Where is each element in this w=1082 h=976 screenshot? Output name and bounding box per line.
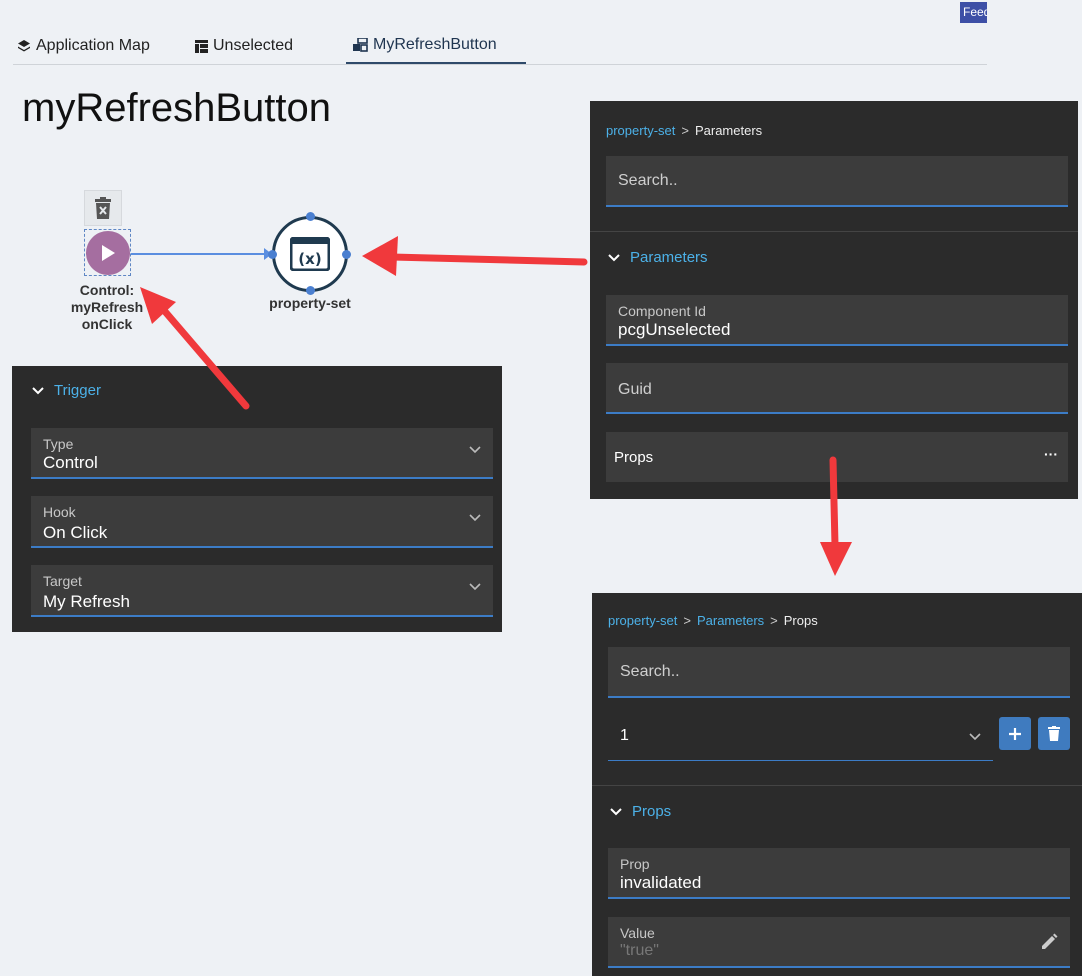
property-set-node-label: property-set (269, 295, 351, 311)
control-node-label: Control: myRefresh onClick (70, 282, 144, 332)
search-placeholder: Search.. (618, 172, 678, 189)
props-label: Props (614, 449, 654, 466)
parameters-section-header[interactable]: Parameters (608, 249, 708, 266)
chevron-down-icon (610, 807, 622, 815)
component-id-field[interactable]: Component Id pcgUnselected (606, 295, 1068, 346)
field-label: Value (620, 925, 655, 941)
tab-bar: Application Map Unselected MyRefreshButt… (13, 28, 987, 65)
control-node[interactable] (84, 229, 131, 276)
breadcrumb-props: Props (783, 613, 818, 628)
divider (590, 231, 1078, 232)
breadcrumb-property-set[interactable]: property-set (606, 123, 675, 138)
props-section-header[interactable]: Props (610, 803, 671, 820)
trigger-section-header[interactable]: Trigger (32, 382, 101, 399)
tab-label: Unselected (213, 37, 294, 54)
field-value: My Refresh (43, 592, 130, 611)
page-title: myRefreshButton (22, 86, 332, 130)
field-label: Component Id (618, 303, 706, 319)
trigger-panel: Trigger Type Control Hook On Click Targe… (12, 366, 502, 632)
section-title: Trigger (54, 382, 101, 399)
pencil-icon[interactable] (1040, 933, 1058, 951)
field-label: Hook (43, 504, 76, 520)
port-right[interactable] (342, 250, 351, 259)
props-row[interactable]: Props ··· (606, 432, 1068, 482)
field-placeholder: "true" (620, 942, 659, 959)
chevron-down-icon (469, 583, 481, 591)
component-icon (353, 38, 368, 52)
table-icon (195, 39, 208, 53)
delete-button[interactable] (1038, 717, 1070, 750)
add-button[interactable] (999, 717, 1031, 750)
property-set-node[interactable]: (x) (272, 216, 348, 292)
field-value: Control (43, 453, 98, 472)
breadcrumb-parameters[interactable]: Parameters (697, 613, 764, 628)
field-label: Target (43, 573, 82, 589)
chevron-down-icon (32, 386, 44, 394)
layers-icon (18, 40, 30, 52)
tab-my-refresh-button[interactable]: MyRefreshButton (346, 28, 526, 64)
section-title: Props (632, 803, 672, 820)
search-input[interactable]: Search.. (606, 156, 1068, 207)
field-placeholder: Guid (618, 381, 652, 398)
field-label: Type (43, 436, 74, 452)
breadcrumb-parameters: Parameters (694, 123, 763, 138)
port-left[interactable] (268, 250, 277, 259)
delete-node-button[interactable] (84, 190, 122, 226)
prop-index-select[interactable]: 1 (608, 713, 993, 761)
field-value: On Click (43, 523, 108, 542)
search-input[interactable]: Search.. (608, 647, 1070, 698)
parameters-panel: property-set > Parameters Search.. Paramet… (590, 101, 1078, 499)
field-value: pcgUnselected (618, 320, 731, 339)
tab-unselected[interactable]: Unselected (195, 28, 293, 64)
node-connector (131, 253, 271, 255)
prop-field[interactable]: Prop invalidated (608, 848, 1070, 899)
value-field[interactable]: Value "true" (608, 917, 1070, 968)
chevron-down-icon (469, 446, 481, 454)
more-icon[interactable]: ··· (1044, 446, 1058, 462)
search-placeholder: Search.. (620, 663, 680, 680)
breadcrumb: property-set > Parameters (606, 123, 763, 138)
trash-icon (1048, 726, 1060, 741)
breadcrumb-property-set[interactable]: property-set (608, 613, 677, 628)
tab-label: MyRefreshButton (373, 36, 497, 53)
port-bottom[interactable] (306, 286, 315, 295)
select-value: 1 (620, 727, 629, 744)
target-select[interactable]: Target My Refresh (31, 565, 493, 617)
type-select[interactable]: Type Control (31, 428, 493, 479)
port-top[interactable] (306, 212, 315, 221)
props-panel: property-set > Parameters > Props Search.. 1… (592, 593, 1082, 976)
play-icon (85, 230, 130, 275)
field-value: invalidated (620, 873, 702, 892)
guid-field[interactable]: Guid (606, 363, 1068, 414)
chevron-down-icon (469, 514, 481, 522)
tab-application-map[interactable]: Application Map (17, 28, 150, 64)
variable-glyph: (x) (298, 250, 321, 268)
chevron-down-icon (969, 733, 981, 741)
chevron-down-icon (608, 253, 620, 261)
feedback-button[interactable]: Feed (960, 2, 987, 23)
trash-icon (95, 197, 111, 219)
hook-select[interactable]: Hook On Click (31, 496, 493, 548)
plus-icon (1009, 727, 1021, 740)
field-label: Prop (620, 856, 650, 872)
breadcrumb: property-set > Parameters > Props (608, 613, 818, 628)
section-title: Parameters (630, 249, 708, 266)
tab-label: Application Map (36, 37, 150, 54)
variable-icon: (x) (290, 237, 330, 271)
divider (592, 785, 1082, 786)
